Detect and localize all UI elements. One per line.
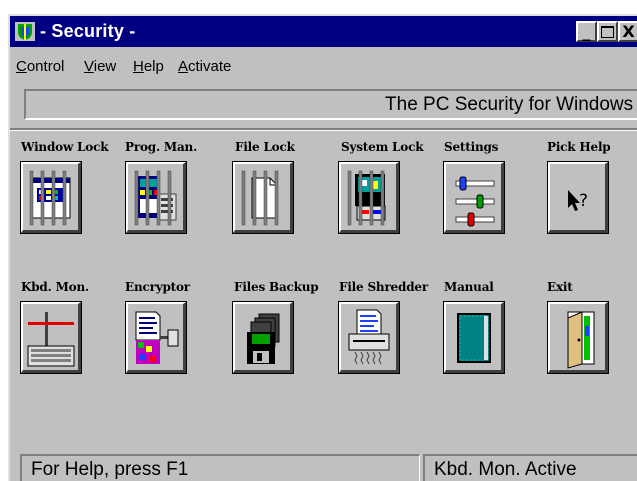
label-settings: Settings bbox=[444, 140, 499, 154]
toolbar-divider bbox=[10, 128, 637, 131]
label-kbd-mon: Kbd. Mon. bbox=[21, 280, 89, 294]
status-monitor-pane: Kbd. Mon. Active bbox=[423, 454, 637, 481]
backup-disk-icon bbox=[247, 313, 280, 364]
kbd-mon-button[interactable] bbox=[20, 301, 82, 374]
info-banner: The PC Security for Windows p bbox=[24, 89, 637, 120]
label-manual: Manual bbox=[444, 280, 494, 294]
files-backup-button[interactable] bbox=[232, 301, 294, 374]
window-lock-icon bbox=[29, 170, 71, 226]
system-lock-icon bbox=[347, 170, 386, 226]
sliders-icon bbox=[455, 176, 495, 227]
label-prog-man: Prog. Man. bbox=[125, 140, 198, 154]
manual-book-icon bbox=[457, 313, 491, 363]
close-icon: X bbox=[622, 22, 635, 41]
label-exit: Exit bbox=[547, 280, 573, 294]
security-window: - Security - _ X Control View Help Activ… bbox=[8, 14, 637, 481]
banner-text: The PC Security for Windows p bbox=[385, 94, 637, 115]
maximize-icon bbox=[601, 26, 614, 38]
menu-control[interactable]: Control bbox=[16, 58, 64, 75]
window-lock-button[interactable] bbox=[20, 161, 82, 234]
label-file-lock: File Lock bbox=[235, 140, 295, 154]
label-encryptor: Encryptor bbox=[125, 280, 190, 294]
label-window-lock: Window Lock bbox=[21, 140, 109, 154]
help-glyph: ? bbox=[579, 191, 588, 211]
menu-activate[interactable]: Activate bbox=[178, 58, 231, 75]
status-help-pane: For Help, press F1 bbox=[20, 454, 420, 481]
pick-help-button[interactable]: ? bbox=[547, 161, 609, 234]
minimize-button[interactable]: _ bbox=[576, 21, 597, 42]
program-manager-icon bbox=[134, 170, 177, 226]
exit-door-icon bbox=[567, 311, 595, 369]
menu-bar: Control View Help Activate bbox=[10, 47, 637, 83]
encryptor-button[interactable] bbox=[125, 301, 187, 374]
app-shield-icon[interactable] bbox=[14, 21, 36, 42]
exit-button[interactable] bbox=[547, 301, 609, 374]
label-pick-help: Pick Help bbox=[547, 140, 611, 154]
cropped-caption bbox=[0, 0, 637, 14]
status-monitor-text: Kbd. Mon. Active bbox=[434, 459, 577, 480]
label-file-shredder: File Shredder bbox=[339, 280, 428, 294]
settings-button[interactable] bbox=[443, 161, 505, 234]
menu-help[interactable]: Help bbox=[133, 58, 164, 75]
keyboard-icon bbox=[27, 312, 75, 367]
label-system-lock: System Lock bbox=[341, 140, 424, 154]
menu-view[interactable]: View bbox=[84, 58, 116, 75]
window-title: - Security - bbox=[40, 21, 136, 41]
prog-man-button[interactable] bbox=[125, 161, 187, 234]
system-lock-button[interactable] bbox=[338, 161, 400, 234]
minimize-icon: _ bbox=[582, 22, 591, 41]
help-pointer-icon: ? bbox=[568, 190, 588, 211]
title-bar[interactable]: - Security - _ X bbox=[10, 16, 637, 47]
manual-button[interactable] bbox=[443, 301, 505, 374]
close-button[interactable]: X bbox=[618, 21, 637, 42]
shredder-icon bbox=[348, 309, 390, 365]
status-help-text: For Help, press F1 bbox=[31, 459, 189, 480]
file-lock-icon bbox=[241, 170, 279, 226]
label-files-backup: Files Backup bbox=[234, 280, 319, 294]
encryptor-icon bbox=[135, 311, 179, 364]
status-bar: For Help, press F1 Kbd. Mon. Active bbox=[10, 450, 637, 481]
file-lock-button[interactable] bbox=[232, 161, 294, 234]
file-shredder-button[interactable] bbox=[338, 301, 400, 374]
maximize-button[interactable] bbox=[597, 21, 618, 42]
